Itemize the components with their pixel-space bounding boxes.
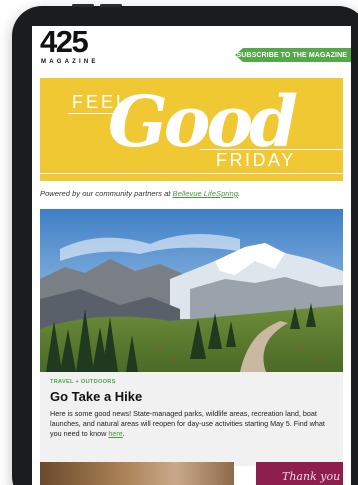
- powered-suffix: .: [237, 189, 241, 198]
- article-category[interactable]: TRAVEL + OUTDOORS: [50, 379, 333, 385]
- banner-rule: [40, 173, 343, 174]
- next-article-photo[interactable]: [40, 462, 234, 485]
- logo-number[interactable]: 425: [40, 26, 89, 58]
- powered-by-line: Powered by our community partners at Bel…: [40, 189, 240, 198]
- banner-friday-text: FRIDAY: [216, 150, 296, 170]
- tablet-volume-button: [100, 4, 122, 7]
- next-teaser-card[interactable]: Thank you: [256, 462, 343, 485]
- powered-prefix: Powered by our community partners at: [40, 189, 173, 198]
- partner-link[interactable]: Bellevue LifeSpring: [173, 189, 238, 198]
- article-body-end: .: [122, 429, 125, 438]
- mountain-photo-illustration: [40, 209, 343, 372]
- logo-word: MAGAZINE: [41, 59, 99, 65]
- mountain-hike-photo[interactable]: [40, 209, 343, 372]
- masthead: 425 MAGAZINE SUBSCRIBE TO THE MAGAZINE: [32, 26, 351, 74]
- article-body: Here is some good news! State-managed pa…: [50, 409, 333, 439]
- feel-good-friday-banner: FEEL Good FRIDAY: [40, 78, 343, 181]
- tablet-frame: 425 MAGAZINE SUBSCRIBE TO THE MAGAZINE F…: [12, 4, 358, 485]
- article-card: TRAVEL + OUTDOORS Go Take a Hike Here is…: [40, 372, 343, 466]
- teaser-script-text: Thank you: [282, 470, 341, 483]
- article-title[interactable]: Go Take a Hike: [50, 389, 333, 404]
- article-link[interactable]: here: [108, 429, 122, 438]
- tablet-volume-button: [72, 4, 94, 7]
- article-body-text: Here is some good news! State-managed pa…: [50, 409, 325, 438]
- email-screen: 425 MAGAZINE SUBSCRIBE TO THE MAGAZINE F…: [32, 26, 351, 485]
- subscribe-button[interactable]: SUBSCRIBE TO THE MAGAZINE: [235, 48, 351, 62]
